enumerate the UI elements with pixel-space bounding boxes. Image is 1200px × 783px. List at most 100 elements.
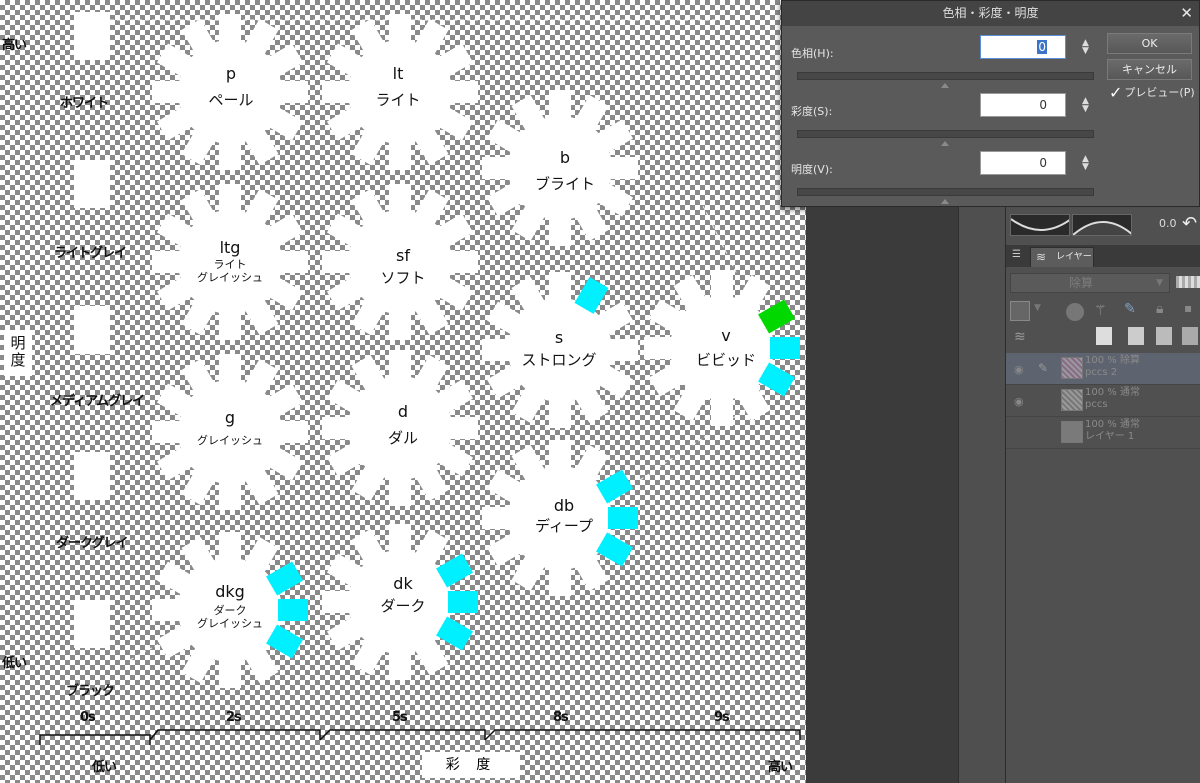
tone-petal: [389, 524, 411, 554]
value-slider[interactable]: [797, 188, 1094, 196]
vertical-panel-strip: [958, 207, 1005, 783]
layer-mode: 100 % 除算: [1085, 355, 1140, 366]
checkmark-icon: ✓: [1109, 83, 1123, 102]
tone-petal: [219, 140, 241, 170]
layer-row[interactable]: 100 % 通常 レイヤー 1: [1006, 417, 1200, 449]
saturation-tick-2s: 2s: [226, 710, 242, 725]
opacity-field[interactable]: [1176, 276, 1200, 288]
value-swatch: [74, 306, 110, 354]
preview-label: プレビュー(P): [1124, 86, 1195, 99]
mask-icon[interactable]: [1182, 327, 1198, 345]
tone-petal: [549, 566, 571, 596]
brush-icon: ✎: [1038, 361, 1049, 375]
hue-slider[interactable]: [797, 72, 1094, 80]
layer-tab-label: レイヤー: [1056, 252, 1092, 262]
tone-label-light: lt ライト: [375, 64, 421, 109]
saturation-row: 彩度(S): 0 ▲ ▼: [782, 93, 1102, 149]
value-label: 明度(V):: [791, 163, 833, 176]
value-label-medium-gray: メディアムグレイ: [50, 394, 145, 409]
drawing-canvas[interactable]: 高い ホワイト ライトグレイ メディアムグレイ ダークグレイ 低い ブラック 明…: [0, 0, 806, 783]
value-input[interactable]: 0: [980, 151, 1066, 175]
saturation-spinner-icon[interactable]: ▲ ▼: [1082, 97, 1089, 114]
tone-label-pale: p ペール: [208, 64, 254, 109]
hue-slider-thumb[interactable]: [941, 83, 949, 88]
saturation-slider[interactable]: [797, 130, 1094, 138]
reference-icon[interactable]: ⚚: [1094, 303, 1112, 321]
tone-petal: [711, 396, 733, 426]
tab-layer[interactable]: ≋ レイヤー: [1030, 247, 1094, 267]
tone-petal: [389, 140, 411, 170]
clip-icon[interactable]: [1066, 303, 1084, 321]
value-swatch: [74, 600, 110, 648]
tone-label-soft: sf ソフト: [380, 246, 426, 287]
tone-label-dark: dk ダーク: [380, 574, 426, 615]
new-vector-layer-icon[interactable]: [1128, 327, 1144, 345]
tone-petal: [219, 532, 241, 562]
layer-mode: 100 % 通常: [1085, 419, 1140, 430]
tone-petal: [549, 216, 571, 246]
tone-label-dark-grayish: dkg ダーク グレイッシュ: [197, 582, 263, 630]
brush-curve-preview-2[interactable]: [1072, 214, 1132, 236]
palette-icon[interactable]: ✎: [1124, 301, 1142, 319]
tone-label-grayish: g グレイッシュ: [197, 408, 263, 447]
undo-icon[interactable]: ↶: [1182, 213, 1197, 234]
tone-petal: [389, 350, 411, 380]
value-spinner-icon[interactable]: ▲ ▼: [1082, 155, 1089, 172]
close-icon[interactable]: ✕: [1180, 5, 1193, 21]
chevron-down-icon[interactable]: ▼: [1034, 303, 1041, 313]
workspace-background: [806, 207, 958, 783]
layers-icon: ≋: [1036, 250, 1047, 264]
eye-icon[interactable]: ◉: [1014, 395, 1024, 408]
value-swatch: [74, 12, 110, 60]
tone-label-vivid: v ビビッド: [695, 326, 756, 369]
layer-mode: 100 % 通常: [1085, 387, 1140, 398]
value-high-label: 高い: [2, 38, 27, 53]
saturation-input[interactable]: 0: [980, 93, 1066, 117]
tone-petal: [389, 14, 411, 44]
tone-label-dull: d ダル: [387, 402, 418, 447]
curve-value: 0.0: [1159, 217, 1177, 230]
hue-input[interactable]: 0: [980, 35, 1066, 59]
layer-stack-icon[interactable]: ≋: [1014, 329, 1032, 347]
tone-petal: [389, 476, 411, 506]
value-label-light-gray: ライトグレイ: [54, 246, 127, 261]
ok-button[interactable]: OK: [1107, 33, 1192, 54]
tone-label-deep: db ディープ: [534, 496, 594, 535]
preview-checkbox[interactable]: ✓ プレビュー(P): [1109, 83, 1195, 102]
saturation-slider-thumb[interactable]: [941, 141, 949, 146]
layer-thumbnail: [1061, 357, 1083, 379]
tone-label-strong: s ストロング: [521, 328, 597, 369]
layer-thumbnail: [1061, 389, 1083, 411]
tone-label-bright: b ブライト: [534, 148, 595, 193]
lock-alpha-icon[interactable]: ▪: [1184, 301, 1200, 319]
tone-petal: [219, 310, 241, 340]
cancel-button[interactable]: キャンセル: [1107, 59, 1192, 80]
value-slider-thumb[interactable]: [941, 199, 949, 204]
value-low-label: 低い: [2, 656, 27, 671]
layer-row[interactable]: ◉ 100 % 通常 pccs: [1006, 385, 1200, 417]
lock-icon[interactable]: 🔒︎: [1156, 301, 1174, 319]
panel-menu-icon[interactable]: ☰: [1012, 249, 1021, 260]
brightness-axis-label: 明 度: [4, 330, 32, 376]
layer-panel: 0.0 ↶ ☰ ≋ レイヤー 除算 ▼ ▼ ⚚ ✎ 🔒︎ ▪ ≋ ◉ ✎ 100…: [1005, 207, 1200, 783]
layer-name: pccs: [1085, 399, 1108, 410]
layer-color-icon[interactable]: [1010, 301, 1030, 321]
tone-petal: [389, 184, 411, 214]
eye-icon[interactable]: ◉: [1014, 363, 1024, 376]
copy-layer-icon[interactable]: [1156, 327, 1172, 345]
value-swatch: [74, 452, 110, 500]
layer-name: pccs 2: [1085, 367, 1118, 378]
new-layer-icon[interactable]: [1096, 327, 1112, 345]
value-row: 明度(V): 0 ▲ ▼: [782, 151, 1102, 207]
layer-panel-header: ☰ ≋ レイヤー: [1006, 245, 1200, 267]
tone-petal: [549, 90, 571, 120]
dialog-title: 色相・彩度・明度: [782, 1, 1199, 26]
brush-curve-preview[interactable]: [1010, 214, 1070, 236]
layer-row[interactable]: ◉ ✎ 100 % 除算 pccs 2: [1006, 353, 1200, 385]
hue-label: 色相(H):: [791, 47, 834, 60]
tone-label-light-grayish: ltg ライト グレイッシュ: [197, 238, 263, 284]
hue-spinner-icon[interactable]: ▲ ▼: [1082, 39, 1089, 56]
tone-petal: [549, 440, 571, 470]
value-label-white: ホワイト: [60, 96, 109, 111]
blend-mode-select[interactable]: 除算 ▼: [1010, 273, 1170, 293]
